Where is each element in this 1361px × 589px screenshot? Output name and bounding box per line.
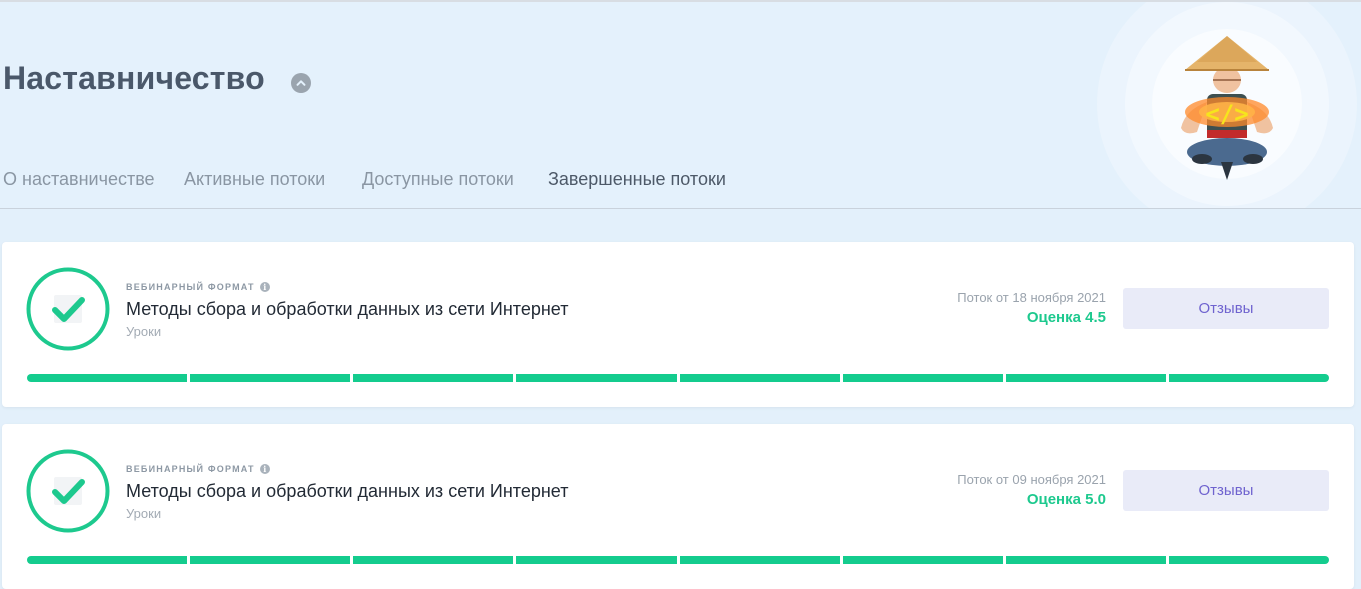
progress-segment (516, 556, 677, 564)
progress-segment (27, 556, 188, 564)
info-icon[interactable]: i (259, 282, 270, 292)
progress-bar (27, 374, 1329, 382)
stream-date: Поток от 18 ноября 2021 (957, 290, 1106, 305)
progress-segment (679, 374, 840, 382)
tab-about[interactable]: О наставничестве (3, 169, 155, 208)
progress-segment (1168, 556, 1329, 564)
course-subtitle: Уроки (126, 506, 162, 521)
course-card: ВЕБИНАРНЫЙ ФОРМАТ i Методы сбора и обраб… (2, 242, 1354, 407)
mascot-illustration: </> (1097, 2, 1361, 208)
format-label: ВЕБИНАРНЫЙ ФОРМАТ i (126, 282, 270, 292)
rating: Оценка 5.0 (1026, 491, 1106, 508)
info-icon[interactable]: i (259, 464, 270, 474)
page-header: Наставничество О наставничестве Активные… (0, 2, 1361, 209)
rating: Оценка 4.5 (1026, 309, 1106, 326)
course-subtitle: Уроки (126, 324, 162, 339)
tab-active-streams[interactable]: Активные потоки (184, 169, 325, 208)
course-card: ВЕБИНАРНЫЙ ФОРМАТ i Методы сбора и обраб… (2, 424, 1354, 589)
progress-segment (1005, 556, 1166, 564)
progress-segment (842, 556, 1003, 564)
chevron-up-icon[interactable] (291, 73, 311, 93)
progress-bar (27, 556, 1329, 564)
svg-text:</>: </> (1205, 100, 1248, 128)
format-label: ВЕБИНАРНЫЙ ФОРМАТ i (126, 464, 270, 474)
coder-mascot-icon: </> (1181, 36, 1273, 180)
progress-segment (353, 556, 514, 564)
reviews-button[interactable]: Отзывы (1123, 288, 1329, 329)
progress-segment (842, 374, 1003, 382)
progress-segment (190, 374, 351, 382)
stream-date: Поток от 09 ноября 2021 (957, 472, 1106, 487)
course-title[interactable]: Методы сбора и обработки данных из сети … (126, 299, 568, 320)
reviews-button[interactable]: Отзывы (1123, 470, 1329, 511)
progress-segment (679, 556, 840, 564)
progress-segment (1168, 374, 1329, 382)
tab-available-streams[interactable]: Доступные потоки (362, 169, 514, 208)
progress-segment (516, 374, 677, 382)
format-text: ВЕБИНАРНЫЙ ФОРМАТ (126, 464, 255, 474)
check-icon (26, 267, 110, 351)
course-title[interactable]: Методы сбора и обработки данных из сети … (126, 481, 568, 502)
progress-segment (27, 374, 188, 382)
page-title: Наставничество (3, 60, 265, 96)
check-icon (26, 449, 110, 533)
tab-completed-streams[interactable]: Завершенные потоки (548, 169, 726, 208)
progress-segment (190, 556, 351, 564)
progress-segment (1005, 374, 1166, 382)
format-text: ВЕБИНАРНЫЙ ФОРМАТ (126, 282, 255, 292)
progress-segment (353, 374, 514, 382)
